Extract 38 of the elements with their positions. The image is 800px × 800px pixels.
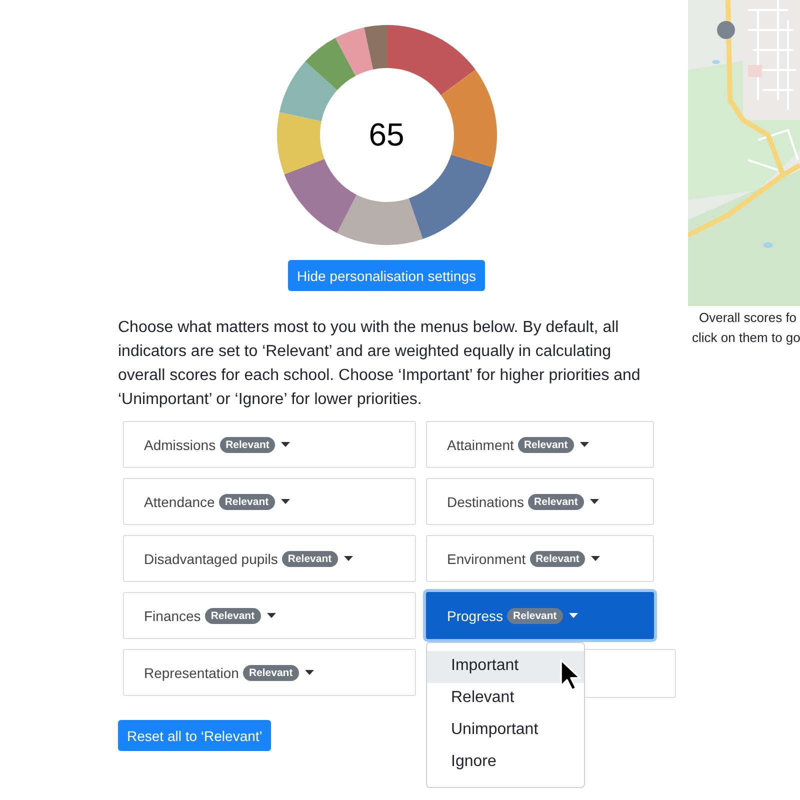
map-caption: click on them to go <box>692 329 800 347</box>
indicator-dropdown[interactable]: Attendance Relevant <box>123 478 416 525</box>
menu-item[interactable]: Unimportant <box>427 715 584 747</box>
relevance-badge: Relevant <box>220 436 276 452</box>
indicator-dropdown[interactable]: Disadvantaged pupils Relevant <box>123 535 416 582</box>
donut-segment <box>304 38 356 90</box>
indicator-dropdown[interactable]: Progress Relevant <box>426 592 654 639</box>
caret-icon <box>266 613 276 618</box>
intro-paragraph: Choose what matters most to you with the menus below. By default, all indicators are set to ‘Relevant’ and are weighted equally in calculating overall scores for each school. Choose ‘Important’ for higher priorities and ‘Unimportant’ or ‘Ignore’ for lower priorities. <box>118 318 642 410</box>
menu-item[interactable]: Relevant <box>427 683 584 715</box>
relevance-badge: Relevant <box>204 608 261 624</box>
indicator-dropdown[interactable]: Admissions Relevant <box>123 421 416 468</box>
menu-item[interactable]: Ignore <box>427 747 584 779</box>
caret-icon <box>591 556 600 561</box>
indicator-dropdown[interactable]: Attainment Relevant <box>426 421 654 468</box>
relevance-badge: Relevant <box>282 550 338 566</box>
relevance-badge: Relevant <box>530 550 586 566</box>
caret-icon <box>580 442 589 447</box>
relevance-badge: Relevant <box>518 436 574 452</box>
relevance-badge: Relevant <box>242 664 299 680</box>
relevance-badge: Relevant <box>507 608 563 624</box>
indicator-dropdown[interactable]: Destinations Relevant <box>426 478 654 525</box>
caret-icon <box>590 499 599 504</box>
indicator-dropdown[interactable]: Finances Relevant <box>123 592 416 639</box>
reset-button[interactable]: Reset all to ‘Relevant’ <box>118 720 272 751</box>
indicator-dropdown[interactable]: Representation Relevant <box>123 649 416 696</box>
caret-icon <box>281 442 290 447</box>
caret-icon <box>280 499 290 504</box>
overall-score: 65 <box>368 116 404 154</box>
relevance-badge: Relevant <box>528 494 584 510</box>
caret-icon <box>304 670 314 675</box>
indicator-dropdown[interactable]: Environment Relevant <box>426 535 654 582</box>
caret-icon <box>344 556 353 561</box>
menu-item[interactable]: Important <box>427 651 584 683</box>
map-caption: Overall scores fo <box>699 309 797 327</box>
relevance-badge: Relevant <box>218 494 275 510</box>
hide-settings-button[interactable]: Hide personalisation settings <box>288 260 485 291</box>
caret-icon <box>568 613 578 618</box>
